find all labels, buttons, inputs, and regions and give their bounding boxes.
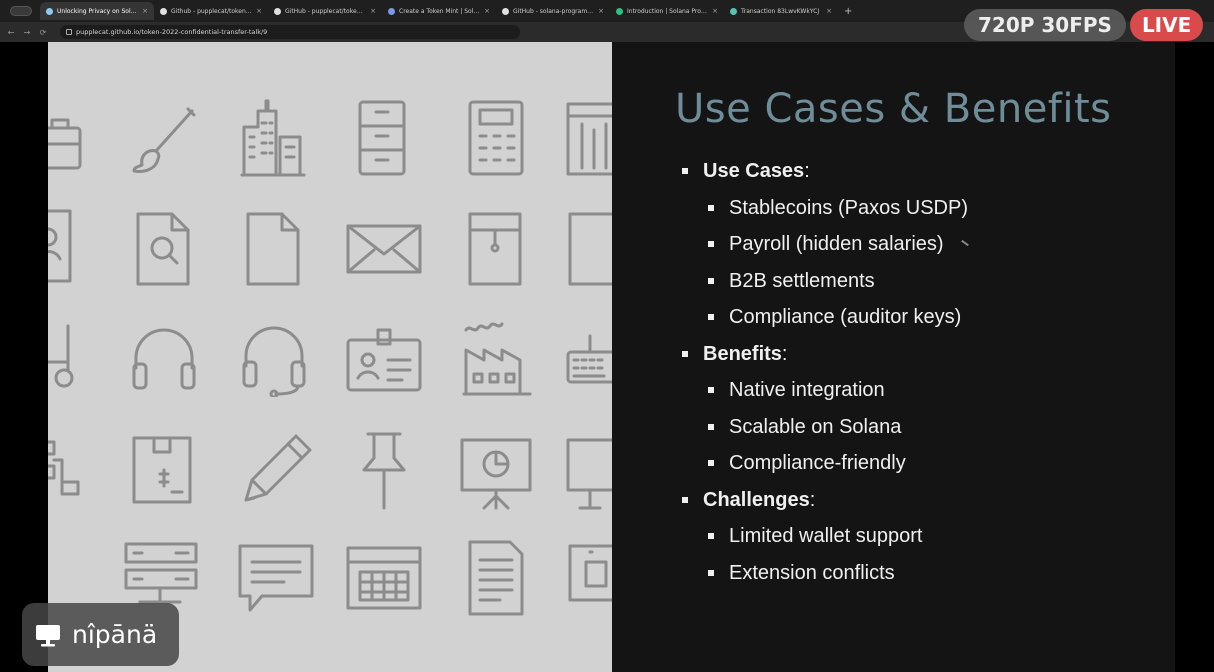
tab-close-icon[interactable]: ×	[142, 7, 148, 15]
presenter-name: nîpānä	[72, 620, 158, 649]
reload-button[interactable]: ⟳	[38, 28, 48, 37]
tab-title: Github - pupplecat/token-2022	[171, 7, 252, 15]
slide-title: Use Cases & Benefits	[675, 86, 1112, 132]
section-heading-text: Benefits	[703, 342, 782, 365]
pushpin-icon	[362, 432, 406, 510]
tab-favicon-icon	[160, 7, 167, 15]
tab-title: Introduction | Solana Program	[627, 7, 709, 15]
tab-favicon-icon	[274, 7, 281, 15]
url-text: pupplecat.github.io/token-2022-confident…	[76, 28, 268, 36]
tab-favicon-icon	[388, 7, 395, 15]
paintbrush-icon	[132, 107, 196, 173]
bullet-list: Use Cases: Stablecoins (Paxos USDP) Payrol…	[682, 156, 1152, 594]
factory-icon	[462, 322, 532, 396]
pencil-icon	[244, 434, 312, 502]
calculator-icon	[468, 100, 524, 176]
contact-card-icon	[48, 209, 72, 283]
tab-favicon-icon	[502, 7, 509, 15]
bullet-item: Compliance (auditor keys)	[682, 302, 1152, 339]
presentation-screen-icon	[36, 624, 60, 646]
tab-title: GitHub - solana-program/token	[513, 7, 594, 15]
tab-favicon-icon	[730, 7, 737, 15]
id-badge-icon	[346, 328, 422, 392]
url-field[interactable]: pupplecat.github.io/token-2022-confident…	[60, 25, 520, 39]
tab-close-icon[interactable]: ×	[598, 7, 604, 15]
heading-colon: :	[781, 342, 788, 365]
presentation-slide: Use Cases & Benefits Use Cases: Stablecoi…	[48, 42, 1175, 672]
server-rack-icon	[124, 542, 198, 604]
bullet-item: Payroll (hidden salaries)	[682, 229, 1152, 266]
presenter-tag: nîpānä	[22, 603, 179, 666]
bullet-item: Stablecoins (Paxos USDP)	[682, 193, 1152, 230]
presentation-board-icon	[460, 438, 532, 510]
headset-icon	[242, 326, 306, 397]
tab-title: Unlocking Privacy on Solana	[57, 7, 139, 15]
tab-favicon-icon	[616, 7, 623, 15]
tab-close-icon[interactable]: ×	[256, 7, 262, 15]
presentation-screen-small-icon	[568, 544, 612, 602]
eyeglasses-icon	[48, 324, 74, 388]
tab-title: Transaction 83LwvKWkYCJ	[741, 7, 820, 15]
box-package-icon	[132, 436, 192, 504]
headphones-icon	[132, 328, 196, 390]
window-controls[interactable]	[10, 6, 32, 16]
heading-colon: :	[809, 488, 816, 511]
tab-strip: Unlocking Privacy on Solana × Github - pup…	[40, 2, 838, 20]
browser-tab[interactable]: Create a Token Mint | Solana ×	[382, 2, 496, 20]
section-heading: Use Cases:	[682, 156, 1152, 193]
stream-status-badges: 720P 30FPS LIVE	[964, 9, 1204, 41]
new-tab-button[interactable]: +	[838, 6, 858, 17]
section-heading: Benefits:	[682, 339, 1152, 376]
tab-close-icon[interactable]: ×	[712, 7, 718, 15]
blank-document-icon	[246, 212, 300, 286]
city-buildings-icon	[240, 99, 306, 177]
tab-close-icon[interactable]: ×	[370, 7, 376, 15]
bullet-item: Limited wallet support	[682, 521, 1152, 558]
spreadsheet-icon	[566, 102, 612, 176]
text-document-icon	[468, 540, 524, 616]
folder-document-icon	[468, 212, 522, 286]
section-heading: Challenges:	[682, 485, 1152, 522]
bullet-item: Native integration	[682, 375, 1152, 412]
tab-favicon-icon	[46, 7, 53, 15]
tab-title: GitHub - pupplecat/token-2022	[285, 7, 367, 15]
bullet-item: Scalable on Solana	[682, 412, 1152, 449]
forward-button[interactable]: →	[22, 28, 32, 37]
keyboard-icon	[566, 334, 612, 384]
bullet-item: Extension conflicts	[682, 558, 1152, 595]
document-icon	[568, 212, 612, 286]
browser-tab[interactable]: Github - pupplecat/token-2022 ×	[154, 2, 268, 20]
browser-tab[interactable]: GitHub - pupplecat/token-2022×	[268, 2, 382, 20]
slide-content-panel: Use Cases & Benefits Use Cases: Stablecoi…	[612, 42, 1175, 672]
filing-cabinet-icon	[358, 100, 406, 176]
tab-close-icon[interactable]: ×	[484, 7, 490, 15]
browser-tab[interactable]: GitHub - solana-program/token ×	[496, 2, 610, 20]
back-button[interactable]: ←	[6, 28, 16, 37]
tab-title: Create a Token Mint | Solana	[399, 7, 481, 15]
chat-bubble-icon	[238, 544, 314, 612]
browser-tab[interactable]: Transaction 83LwvKWkYCJ ×	[724, 2, 838, 20]
bullet-item: B2B settlements	[682, 266, 1152, 303]
tab-close-icon[interactable]: ×	[826, 7, 832, 15]
envelope-icon	[346, 224, 422, 274]
monitor-icon	[566, 438, 612, 510]
browser-tab[interactable]: Introduction | Solana Program ×	[610, 2, 724, 20]
browser-tab[interactable]: Unlocking Privacy on Solana ×	[40, 2, 154, 20]
calendar-icon	[346, 546, 422, 610]
resolution-badge: 720P 30FPS	[964, 9, 1126, 41]
section-heading-text: Use Cases	[703, 160, 805, 182]
heading-colon: :	[804, 160, 810, 182]
bullet-item: Compliance-friendly	[682, 448, 1152, 485]
section-heading-text: Challenges	[703, 488, 810, 511]
search-document-icon	[136, 212, 190, 286]
org-chart-icon	[48, 440, 80, 496]
briefcase-icon	[48, 118, 82, 170]
live-badge: LIVE	[1129, 9, 1204, 41]
site-info-icon[interactable]	[66, 29, 72, 35]
office-icons-background	[48, 42, 612, 672]
